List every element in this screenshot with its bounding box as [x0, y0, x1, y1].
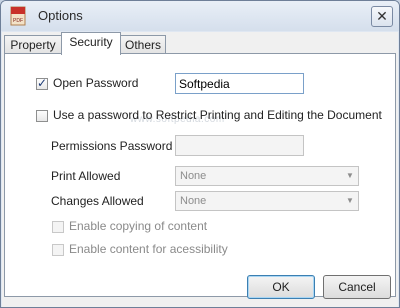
tab-others-label: Others [124, 38, 161, 52]
ok-button[interactable]: OK [247, 275, 315, 299]
cancel-button[interactable]: Cancel [323, 275, 391, 299]
security-panel: www.softpedia.com ✓ Open Password Use a … [4, 53, 396, 297]
dialog-body: Property Security Others www.softpedia.c… [2, 32, 398, 307]
tab-others[interactable]: Others [120, 35, 166, 54]
tab-property[interactable]: Property [4, 35, 62, 54]
restrict-checkbox[interactable] [36, 110, 48, 122]
dropdown-arrow-icon: ▼ [346, 171, 354, 180]
tab-security[interactable]: Security [61, 32, 121, 55]
checkmark-icon: ✓ [37, 76, 48, 90]
enable-copying-checkbox[interactable] [52, 221, 64, 233]
open-password-field[interactable] [175, 73, 304, 94]
svg-text:PDF: PDF [13, 18, 23, 24]
dropdown-arrow-icon: ▼ [346, 196, 354, 205]
pdf-app-icon: PDF [10, 6, 26, 26]
print-allowed-select[interactable]: None ▼ [175, 166, 359, 186]
close-button[interactable]: ✕ [371, 6, 393, 27]
enable-accessibility-checkbox[interactable] [52, 244, 64, 256]
window-title: Options [38, 8, 83, 23]
print-allowed-value: None [180, 170, 207, 182]
changes-allowed-select[interactable]: None ▼ [175, 191, 359, 211]
open-password-label: Open Password [53, 76, 139, 90]
restrict-label: Use a password to Restrict Printing and … [53, 108, 382, 122]
permissions-password-field[interactable] [175, 135, 304, 156]
close-icon: ✕ [376, 8, 388, 24]
changes-allowed-label: Changes Allowed [51, 194, 144, 208]
print-allowed-label: Print Allowed [51, 169, 121, 183]
title-bar[interactable]: PDF Options ✕ [1, 1, 399, 31]
tab-property-label: Property [10, 38, 56, 52]
tab-security-label: Security [69, 35, 113, 49]
open-password-checkbox[interactable]: ✓ [36, 76, 48, 90]
options-dialog: PDF Options ✕ Property Security Others w… [0, 0, 400, 308]
changes-allowed-value: None [180, 195, 207, 207]
enable-copying-label: Enable copying of content [69, 219, 208, 233]
enable-accessibility-label: Enable content for acessibility [69, 242, 228, 256]
permissions-password-label: Permissions Password [51, 139, 173, 153]
